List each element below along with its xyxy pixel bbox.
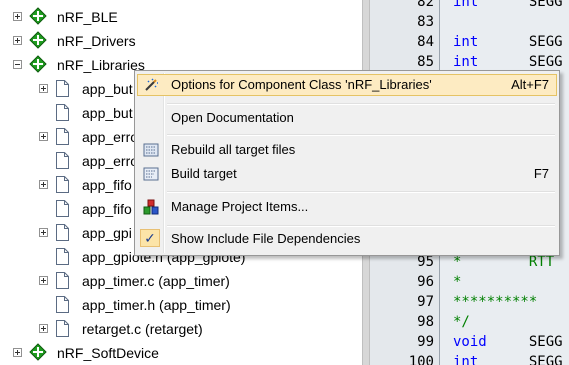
tree-file-label: app_timer.c (app_timer) bbox=[82, 273, 230, 289]
line-number: 98 bbox=[417, 314, 434, 330]
code-line[interactable]: 98 */ bbox=[370, 312, 569, 332]
line-number: 84 bbox=[417, 34, 434, 50]
file-icon bbox=[56, 104, 69, 121]
component-group-icon bbox=[29, 55, 47, 73]
expand-icon[interactable] bbox=[39, 276, 48, 285]
tree-file-item[interactable]: retarget.c (retarget) bbox=[0, 317, 362, 341]
tree-file-label: app_fifo bbox=[82, 201, 132, 217]
file-icon bbox=[56, 80, 69, 97]
menu-separator bbox=[167, 134, 555, 136]
file-icon bbox=[56, 272, 69, 289]
line-number: 100 bbox=[408, 354, 434, 365]
expand-icon[interactable] bbox=[39, 324, 48, 333]
menu-item-options-component-class[interactable]: Options for Component Class 'nRF_Librari… bbox=[137, 74, 557, 96]
code-text: */ bbox=[453, 314, 470, 330]
file-icon bbox=[56, 128, 69, 145]
build-icon bbox=[143, 167, 159, 181]
menu-item-shortcut: Alt+F7 bbox=[511, 77, 549, 92]
expand-icon[interactable] bbox=[13, 36, 22, 45]
file-icon bbox=[56, 176, 69, 193]
code-text: int SEGG bbox=[453, 54, 563, 70]
code-line[interactable]: 97 ********** bbox=[370, 292, 569, 312]
component-group-icon bbox=[29, 31, 47, 49]
tree-group-nrf-drivers[interactable]: nRF_Drivers bbox=[0, 29, 362, 53]
menu-separator bbox=[167, 103, 555, 105]
tree-file-label: app_but bbox=[82, 81, 133, 97]
code-line[interactable]: 99 void SEGG bbox=[370, 332, 569, 352]
tree-group-label: nRF_Libraries bbox=[57, 57, 145, 73]
file-icon bbox=[56, 200, 69, 217]
tree-group-label: nRF_Drivers bbox=[57, 33, 136, 49]
menu-item-label: Rebuild all target files bbox=[171, 142, 296, 157]
file-icon bbox=[56, 248, 69, 265]
tree-file-label: app_fifo bbox=[82, 177, 132, 193]
code-line[interactable]: 82 int SEGG bbox=[370, 0, 569, 12]
checkmark-icon: ✓ bbox=[140, 229, 160, 247]
file-icon bbox=[56, 152, 69, 169]
wand-icon bbox=[145, 78, 158, 91]
code-line[interactable]: 85 int SEGG bbox=[370, 52, 569, 72]
code-line[interactable]: 84 int SEGG bbox=[370, 32, 569, 52]
expand-icon[interactable] bbox=[39, 132, 48, 141]
line-number: 82 bbox=[417, 0, 434, 10]
tree-file-item[interactable]: app_timer.h (app_timer) bbox=[0, 293, 362, 317]
line-number: 96 bbox=[417, 274, 434, 290]
tree-file-label: app_timer.h (app_timer) bbox=[82, 297, 231, 313]
menu-separator bbox=[167, 225, 555, 227]
file-icon bbox=[56, 296, 69, 313]
expand-icon[interactable] bbox=[13, 348, 22, 357]
code-line[interactable]: 100 int SEGG bbox=[370, 352, 569, 365]
component-group-icon bbox=[29, 343, 47, 361]
file-icon bbox=[56, 320, 69, 337]
menu-item-shortcut: F7 bbox=[533, 166, 549, 181]
tree-file-item[interactable]: app_timer.c (app_timer) bbox=[0, 269, 362, 293]
code-text: * bbox=[453, 274, 462, 290]
code-text: int SEGG bbox=[453, 0, 563, 10]
line-number: 99 bbox=[417, 334, 434, 350]
menu-item-build-target[interactable]: Build target F7 bbox=[137, 163, 557, 185]
menu-item-label: Options for Component Class 'nRF_Librari… bbox=[171, 77, 432, 92]
code-text: int SEGG bbox=[453, 354, 563, 365]
expand-icon[interactable] bbox=[39, 84, 48, 93]
menu-separator bbox=[167, 191, 555, 193]
file-icon bbox=[56, 224, 69, 241]
code-text: void SEGG bbox=[453, 334, 563, 350]
tree-group-nrf-softdevice[interactable]: nRF_SoftDevice bbox=[0, 341, 362, 365]
tree-file-label: app_erro bbox=[82, 153, 139, 169]
menu-item-open-documentation[interactable]: Open Documentation bbox=[137, 107, 557, 129]
tree-group-label: nRF_BLE bbox=[57, 9, 118, 25]
tree-group-nrf-ble[interactable]: nRF_BLE bbox=[0, 5, 362, 29]
menu-item-manage-project-items[interactable]: Manage Project Items... bbox=[137, 196, 557, 218]
line-number: 83 bbox=[417, 14, 434, 30]
component-group-icon bbox=[29, 7, 47, 25]
menu-item-show-include-deps[interactable]: ✓ Show Include File Dependencies bbox=[137, 228, 557, 250]
code-text: ********** bbox=[453, 294, 538, 310]
menu-item-label: Build target bbox=[171, 166, 237, 181]
tree-group-label: nRF_SoftDevice bbox=[57, 345, 159, 361]
menu-item-label: Show Include File Dependencies bbox=[171, 231, 361, 246]
code-text: int SEGG bbox=[453, 34, 563, 50]
line-number: 97 bbox=[417, 294, 434, 310]
manage-items-icon bbox=[143, 199, 159, 215]
collapse-icon[interactable] bbox=[13, 60, 22, 69]
menu-item-label: Manage Project Items... bbox=[171, 199, 309, 214]
context-menu: Options for Component Class 'nRF_Librari… bbox=[134, 70, 560, 256]
code-line[interactable]: 96 * bbox=[370, 272, 569, 292]
tree-file-label: app_but bbox=[82, 105, 133, 121]
rebuild-icon bbox=[143, 143, 159, 157]
expand-icon[interactable] bbox=[39, 180, 48, 189]
menu-item-label: Open Documentation bbox=[171, 110, 294, 125]
expand-icon[interactable] bbox=[13, 12, 22, 21]
expand-icon[interactable] bbox=[39, 228, 48, 237]
code-line[interactable]: 83 bbox=[370, 12, 569, 32]
menu-item-rebuild-all[interactable]: Rebuild all target files bbox=[137, 139, 557, 161]
tree-file-label: app_gpi bbox=[82, 225, 132, 241]
tree-file-label: app_erro bbox=[82, 129, 139, 145]
tree-file-label: retarget.c (retarget) bbox=[82, 321, 203, 337]
line-number: 85 bbox=[417, 54, 434, 70]
